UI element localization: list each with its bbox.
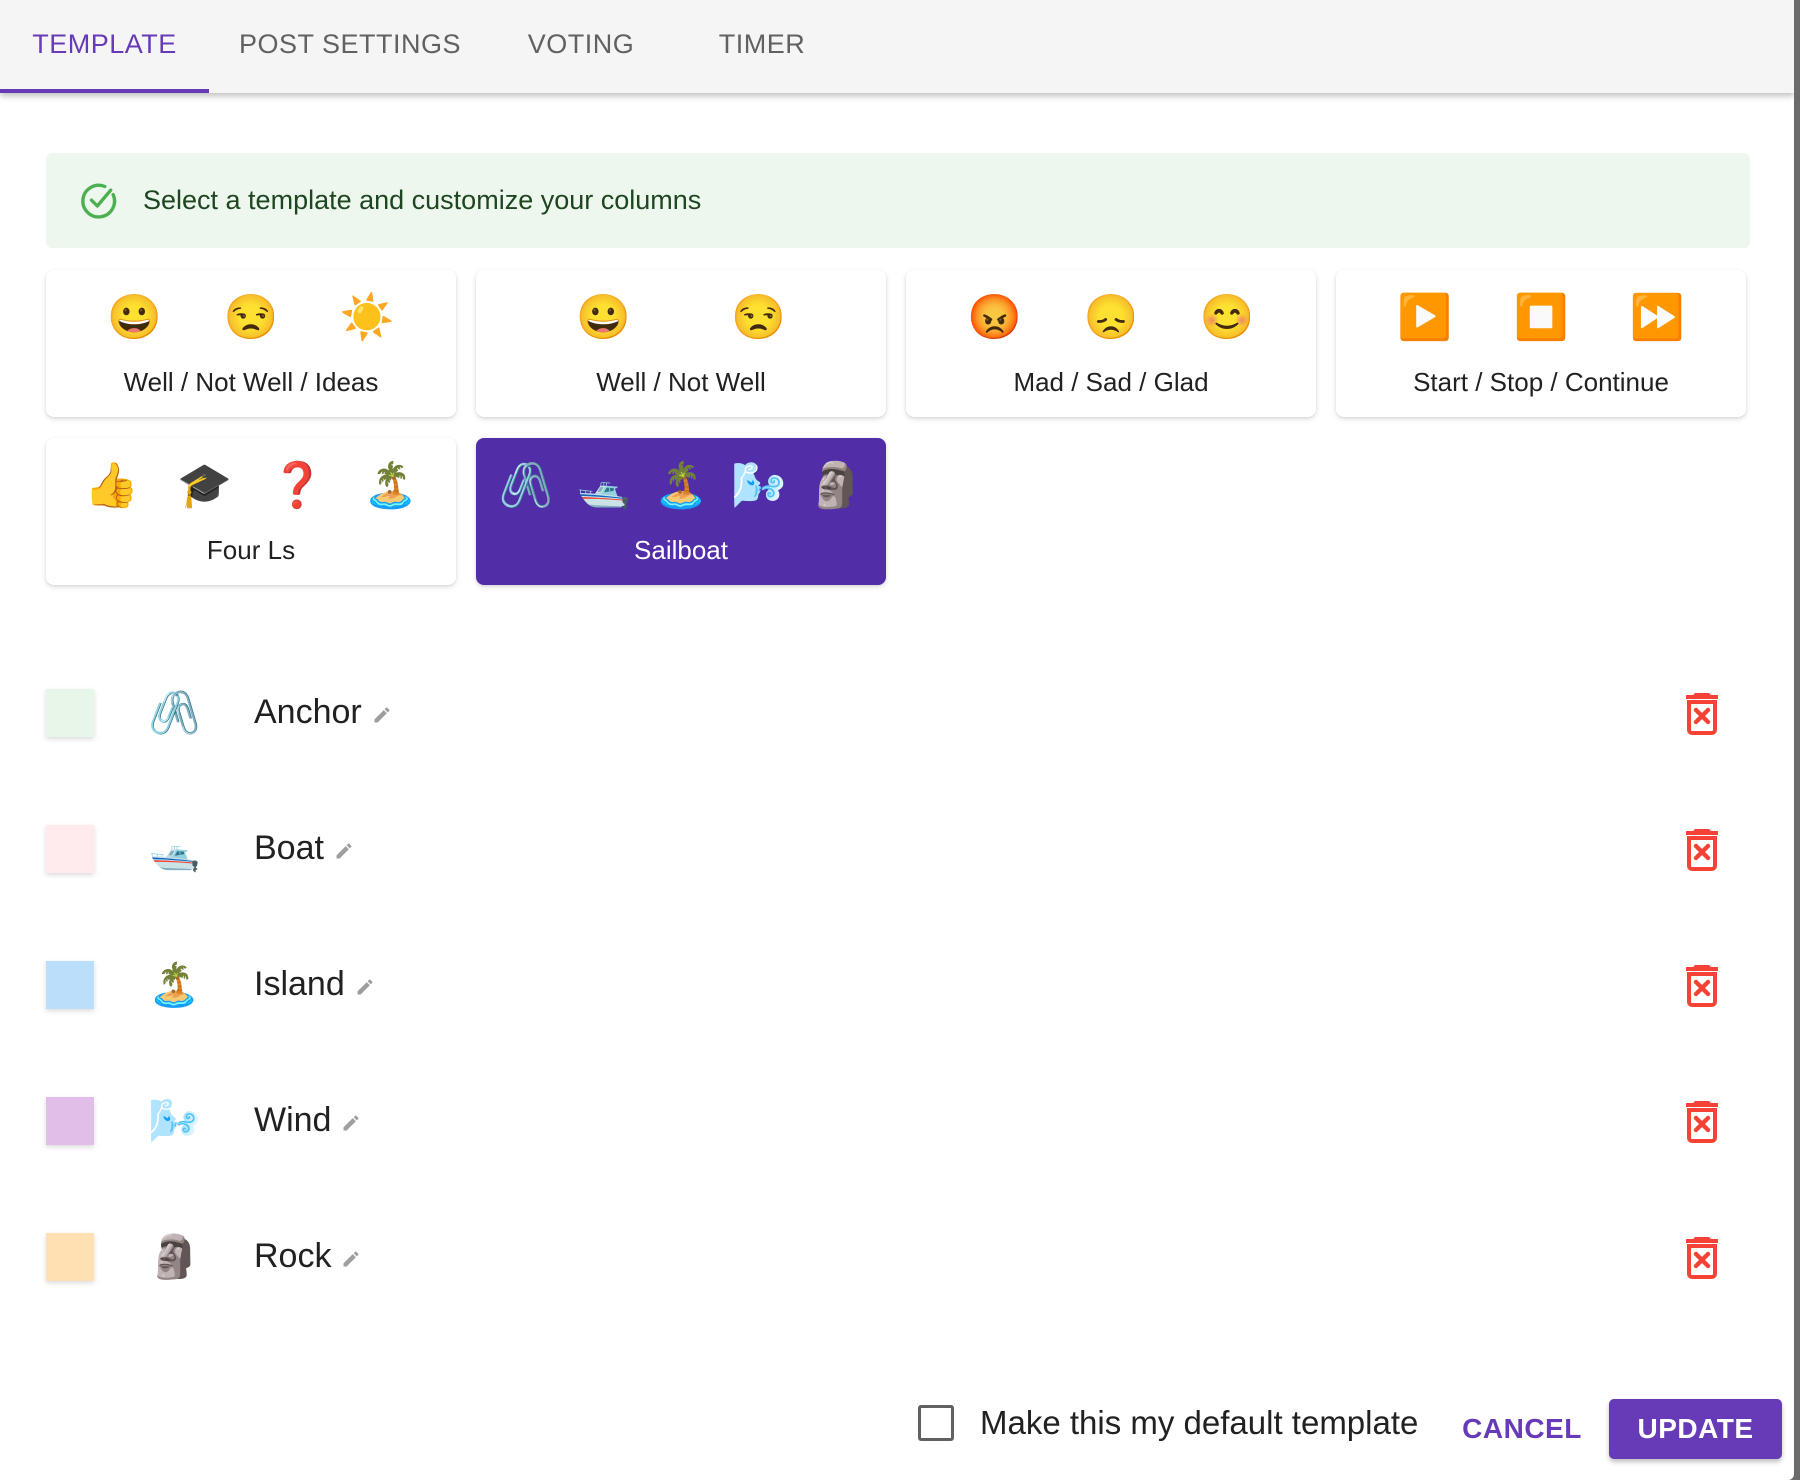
template-emoji-row: 👍 🎓 ❓ 🏝️ — [46, 460, 456, 512]
delete-column-icon[interactable] — [1684, 691, 1720, 735]
template-emoji-icon: 🌬️ — [731, 461, 786, 510]
delete-column-icon[interactable] — [1684, 963, 1720, 1007]
tab-template[interactable]: TEMPLATE — [0, 0, 209, 93]
column-emoji-icon[interactable]: 🗿 — [148, 1231, 200, 1283]
column-row: 🖇️ Anchor — [0, 689, 1794, 789]
column-label: Wind — [254, 1101, 332, 1139]
tab-voting[interactable]: VOTING — [508, 0, 654, 93]
template-card[interactable]: 🖇️ 🛥️ 🏝️ 🌬️ 🗿 Sailboat — [476, 438, 886, 585]
column-color-swatch[interactable] — [46, 689, 94, 737]
delete-column-icon[interactable] — [1684, 827, 1720, 871]
template-emoji-icon: ▶️ — [1397, 293, 1453, 342]
template-emoji-icon: 😀 — [107, 293, 163, 342]
column-color-swatch[interactable] — [46, 1097, 94, 1145]
edit-pencil-icon[interactable] — [372, 705, 392, 725]
template-emoji-icon: ⏩ — [1629, 293, 1685, 342]
template-emoji-icon: 🏝️ — [363, 461, 418, 510]
template-emoji-icon: 😒 — [731, 293, 786, 342]
column-label: Boat — [254, 829, 324, 867]
tab-timer[interactable]: TIMER — [692, 0, 832, 93]
template-card-label: Mad / Sad / Glad — [1013, 367, 1209, 397]
edit-pencil-icon[interactable] — [341, 1113, 361, 1133]
column-label: Island — [254, 965, 345, 1003]
default-template-checkbox[interactable] — [918, 1405, 954, 1441]
template-card[interactable]: 👍 🎓 ❓ 🏝️ Four Ls — [46, 438, 456, 585]
template-emoji-icon: 😀 — [576, 293, 631, 342]
column-emoji-icon[interactable]: 🖇️ — [148, 687, 200, 739]
template-card-label: Well / Not Well / Ideas — [123, 367, 379, 397]
template-emoji-row: 🖇️ 🛥️ 🏝️ 🌬️ 🗿 — [476, 460, 886, 512]
template-emoji-icon: 😞 — [1083, 293, 1139, 342]
template-emoji-icon: 🖇️ — [498, 461, 554, 510]
column-row: 🛥️ Boat — [0, 825, 1794, 925]
cancel-button[interactable]: CANCEL — [1452, 1399, 1592, 1459]
tab-bar: TEMPLATE POST SETTINGS VOTING TIMER — [0, 0, 1794, 93]
edit-pencil-icon[interactable] — [355, 977, 375, 997]
template-card-label: Four Ls — [206, 535, 296, 565]
delete-column-icon[interactable] — [1684, 1235, 1720, 1279]
tab-post-settings[interactable]: POST SETTINGS — [222, 0, 478, 93]
active-tab-indicator — [0, 89, 209, 93]
column-label-container[interactable]: Island — [254, 963, 375, 1005]
template-card[interactable]: 😡 😞 😊 Mad / Sad / Glad — [906, 270, 1316, 417]
template-card-label: Start / Stop / Continue — [1413, 367, 1669, 397]
update-button[interactable]: UPDATE — [1609, 1399, 1782, 1459]
alert-text: Select a template and customize your col… — [143, 185, 702, 215]
template-emoji-icon: ☀️ — [339, 293, 395, 342]
column-label-container[interactable]: Boat — [254, 827, 354, 869]
column-row: 🌬️ Wind — [0, 1097, 1794, 1197]
info-alert: Select a template and customize your col… — [46, 153, 1750, 248]
template-emoji-row: 😀 😒 — [476, 292, 886, 344]
template-emoji-icon: 😒 — [223, 293, 279, 342]
template-emoji-row: ▶️ ⏹️ ⏩ — [1336, 292, 1746, 344]
column-label-container[interactable]: Wind — [254, 1099, 361, 1141]
edit-pencil-icon[interactable] — [334, 841, 354, 861]
template-emoji-icon: 🏝️ — [653, 461, 709, 510]
column-emoji-icon[interactable]: 🌬️ — [148, 1095, 200, 1147]
column-emoji-icon[interactable]: 🛥️ — [148, 823, 200, 875]
template-emoji-icon: 😊 — [1199, 293, 1255, 342]
template-card[interactable]: 😀 😒 ☀️ Well / Not Well / Ideas — [46, 270, 456, 417]
template-emoji-icon: ⏹️ — [1513, 293, 1569, 342]
column-emoji-icon[interactable]: 🏝️ — [148, 959, 200, 1011]
template-emoji-icon: 👍 — [84, 461, 139, 510]
column-label: Rock — [254, 1237, 332, 1275]
column-label-container[interactable]: Rock — [254, 1235, 361, 1277]
template-emoji-icon: 😡 — [967, 293, 1023, 342]
dialog-footer: Make this my default template CANCEL UPD… — [0, 1399, 1794, 1459]
template-emoji-icon: 🗿 — [808, 461, 864, 510]
template-dialog: TEMPLATE POST SETTINGS VOTING TIMER Sele… — [0, 0, 1794, 1480]
template-emoji-row: 😡 😞 😊 — [906, 292, 1316, 344]
template-card[interactable]: 😀 😒 Well / Not Well — [476, 270, 886, 417]
template-emoji-icon: 🎓 — [177, 461, 232, 510]
template-emoji-icon: 🛥️ — [576, 461, 631, 510]
delete-column-icon[interactable] — [1684, 1099, 1720, 1143]
column-color-swatch[interactable] — [46, 825, 94, 873]
check-circle-icon — [81, 183, 117, 219]
template-card[interactable]: ▶️ ⏹️ ⏩ Start / Stop / Continue — [1336, 270, 1746, 417]
column-row: 🏝️ Island — [0, 961, 1794, 1061]
template-emoji-row: 😀 😒 ☀️ — [46, 292, 456, 344]
column-label-container[interactable]: Anchor — [254, 691, 392, 733]
template-card-label: Sailboat — [634, 535, 728, 565]
column-label: Anchor — [254, 693, 362, 731]
template-card-label: Well / Not Well — [596, 367, 766, 397]
column-color-swatch[interactable] — [46, 1233, 94, 1281]
column-color-swatch[interactable] — [46, 961, 94, 1009]
column-row: 🗿 Rock — [0, 1233, 1794, 1333]
edit-pencil-icon[interactable] — [341, 1249, 361, 1269]
template-emoji-icon: ❓ — [270, 461, 325, 510]
default-template-label: Make this my default template — [980, 1404, 1419, 1441]
